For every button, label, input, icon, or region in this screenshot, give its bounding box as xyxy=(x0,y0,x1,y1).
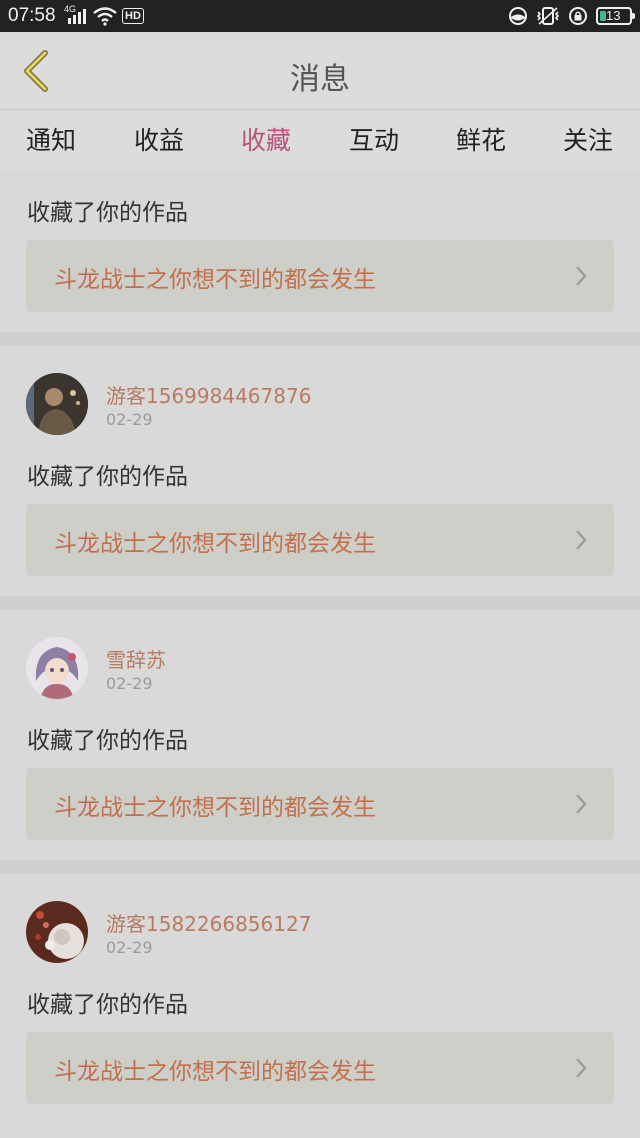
hd-badge: HD xyxy=(122,8,144,24)
user-name[interactable]: 雪辞苏 xyxy=(106,644,166,673)
chevron-right-icon xyxy=(576,530,587,550)
item-date: 02-29 xyxy=(106,410,153,429)
work-title: 斗龙战士之你想不到的都会发生 xyxy=(54,267,376,293)
status-left-icons: 4G HD xyxy=(64,4,144,28)
battery-level: 13 xyxy=(606,8,621,23)
data-saver-icon xyxy=(509,7,527,25)
tab-label: 关注 xyxy=(562,126,613,155)
chevron-right-icon xyxy=(576,266,587,286)
tab-earnings[interactable]: 收益 xyxy=(114,121,204,169)
tab-flowers[interactable]: 鲜花 xyxy=(436,121,526,169)
item-date: 02-29 xyxy=(106,938,153,957)
vibrate-icon xyxy=(536,7,560,25)
tab-label: 互动 xyxy=(348,126,399,155)
chevron-right-icon xyxy=(576,794,587,814)
tab-label: 鲜花 xyxy=(455,126,506,155)
status-right-icons: 13 xyxy=(508,4,635,28)
avatar[interactable] xyxy=(26,373,88,435)
item-date: 02-29 xyxy=(106,674,153,693)
tab-notifications[interactable]: 通知 xyxy=(6,121,96,169)
tab-label: 收益 xyxy=(133,126,184,155)
list-item: 雪辞苏 02-29 收藏了你的作品 斗龙战士之你想不到的都会发生 xyxy=(0,610,640,860)
divider xyxy=(0,332,640,346)
divider xyxy=(0,596,640,610)
cellular-signal-icon: 4G xyxy=(64,4,88,26)
action-text: 收藏了你的作品 xyxy=(27,200,188,226)
tab-bar: 通知 收益 收藏 互动 鲜花 关注 xyxy=(0,111,640,174)
action-text: 收藏了你的作品 xyxy=(27,992,188,1018)
user-avatar-icon xyxy=(26,373,88,435)
rotation-lock-icon xyxy=(569,7,587,25)
tab-favorites[interactable]: 收藏 xyxy=(221,121,311,174)
action-text: 收藏了你的作品 xyxy=(27,728,188,754)
work-link[interactable]: 斗龙战士之你想不到的都会发生 xyxy=(26,768,614,840)
tab-label: 通知 xyxy=(25,126,76,155)
tab-interactions[interactable]: 互动 xyxy=(329,121,419,169)
tab-following[interactable]: 关注 xyxy=(543,121,633,169)
status-time: 07:58 xyxy=(8,5,56,26)
work-title: 斗龙战士之你想不到的都会发生 xyxy=(54,531,376,557)
page-title: 消息 xyxy=(290,62,350,97)
user-avatar-icon xyxy=(26,637,88,699)
status-bar: 07:58 4G HD 13 xyxy=(0,0,640,32)
work-link[interactable]: 斗龙战士之你想不到的都会发生 xyxy=(26,504,614,576)
app-header: 消息 xyxy=(0,32,640,110)
work-title: 斗龙战士之你想不到的都会发生 xyxy=(54,795,376,821)
avatar[interactable] xyxy=(26,637,88,699)
action-text: 收藏了你的作品 xyxy=(27,464,188,490)
battery-icon: 13 xyxy=(596,7,635,25)
work-title: 斗龙战士之你想不到的都会发生 xyxy=(54,1059,376,1085)
list-item: 游客1569984467876 02-29 收藏了你的作品 斗龙战士之你想不到的… xyxy=(0,346,640,596)
work-link[interactable]: 斗龙战士之你想不到的都会发生 xyxy=(26,1032,614,1104)
divider xyxy=(0,860,640,874)
work-link[interactable]: 斗龙战士之你想不到的都会发生 xyxy=(26,240,614,312)
user-name[interactable]: 游客1582266856127 xyxy=(106,908,311,937)
list-item: 游客1582266856127 02-29 收藏了你的作品 斗龙战士之你想不到的… xyxy=(0,874,640,1138)
chevron-right-icon xyxy=(576,1058,587,1078)
list-item: 收藏了你的作品 斗龙战士之你想不到的都会发生 xyxy=(0,171,640,332)
wifi-icon xyxy=(93,7,117,26)
tab-label: 收藏 xyxy=(240,126,291,155)
avatar[interactable] xyxy=(26,901,88,963)
user-name[interactable]: 游客1569984467876 xyxy=(106,380,311,409)
user-avatar-icon xyxy=(26,901,88,963)
